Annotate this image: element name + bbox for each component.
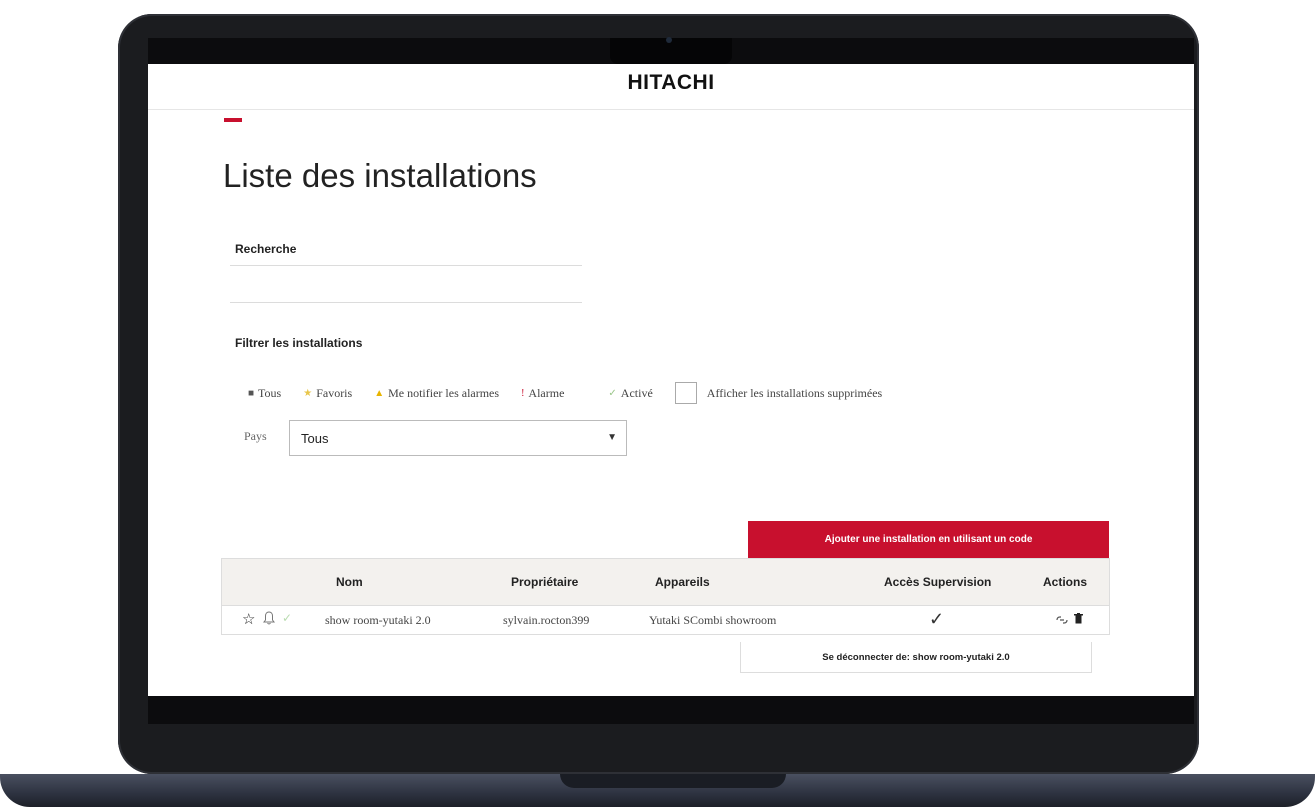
bell-icon: ▲	[374, 387, 385, 399]
search-input[interactable]	[230, 265, 582, 303]
show-deleted-label: Afficher les installations supprimées	[706, 385, 883, 400]
column-appareils[interactable]: Appareils	[655, 575, 710, 589]
filter-favorites-label: Favoris	[316, 385, 353, 400]
country-select-value: Tous	[301, 431, 329, 446]
check-icon: ✓	[608, 387, 617, 399]
accent-bar	[224, 118, 242, 122]
header-bar: HITACHI	[148, 64, 1194, 110]
table-row[interactable]: ☆ ✓ show room-yutaki 2.0 sylvain.rocton3…	[221, 605, 1110, 635]
hitachi-logo[interactable]: HITACHI	[148, 71, 1194, 95]
country-label: Pays	[244, 429, 267, 443]
filter-all-label: Tous	[258, 385, 282, 400]
column-nom[interactable]: Nom	[336, 575, 363, 589]
filter-bar: ■ Tous ★ Favoris ▲ Me notifier les alarm…	[248, 382, 904, 404]
filter-active-label: Activé	[620, 385, 653, 400]
filter-alarm[interactable]: ! Alarme	[521, 386, 564, 401]
column-acces-supervision[interactable]: Accès Supervision	[884, 575, 991, 589]
page-title: Liste des installations	[223, 157, 537, 194]
add-installation-button[interactable]: Ajouter une installation en utilisant un…	[748, 521, 1109, 558]
filter-favorites[interactable]: ★ Favoris	[303, 386, 352, 401]
star-icon: ★	[303, 387, 313, 399]
show-deleted-checkbox[interactable]	[674, 382, 697, 404]
filter-label: Filtrer les installations	[235, 336, 363, 350]
all-icon: ■	[248, 387, 255, 399]
trash-icon[interactable]	[1074, 613, 1083, 628]
chevron-down-icon: ▼	[607, 432, 617, 443]
search-label: Recherche	[235, 242, 297, 256]
bezel-bottom	[148, 696, 1194, 724]
installations-table: Nom Propriétaire Appareils Accès Supervi…	[221, 558, 1110, 635]
filter-notify-alarms-label: Me notifier les alarmes	[388, 385, 500, 400]
laptop-base-notch	[560, 774, 786, 788]
alarm-icon: !	[521, 387, 525, 399]
filter-notify-alarms[interactable]: ▲ Me notifier les alarmes	[374, 386, 499, 401]
country-select[interactable]: Tous ▼	[289, 420, 627, 456]
unlink-icon[interactable]	[1056, 614, 1068, 629]
row-nom[interactable]: show room-yutaki 2.0	[325, 613, 431, 628]
filter-active[interactable]: ✓ Activé	[608, 386, 652, 401]
supervision-check-icon: ✓	[929, 609, 945, 629]
row-proprietaire: sylvain.rocton399	[503, 613, 590, 627]
disconnect-button[interactable]: Se déconnecter de: show room-yutaki 2.0	[740, 642, 1092, 673]
row-appareils: Yutaki SCombi showroom	[649, 613, 777, 627]
table-header: Nom Propriétaire Appareils Accès Supervi…	[221, 558, 1110, 605]
check-status-icon: ✓	[282, 611, 293, 625]
camera-icon	[666, 37, 672, 43]
filter-all[interactable]: ■ Tous	[248, 386, 281, 401]
column-actions: Actions	[1043, 575, 1088, 589]
screen: HITACHI Liste des installations Recherch…	[148, 64, 1194, 696]
column-proprietaire[interactable]: Propriétaire	[511, 575, 578, 589]
bell-outline-icon[interactable]	[263, 611, 275, 629]
star-outline-icon[interactable]: ☆	[242, 610, 255, 629]
filter-alarm-label: Alarme	[528, 385, 565, 400]
